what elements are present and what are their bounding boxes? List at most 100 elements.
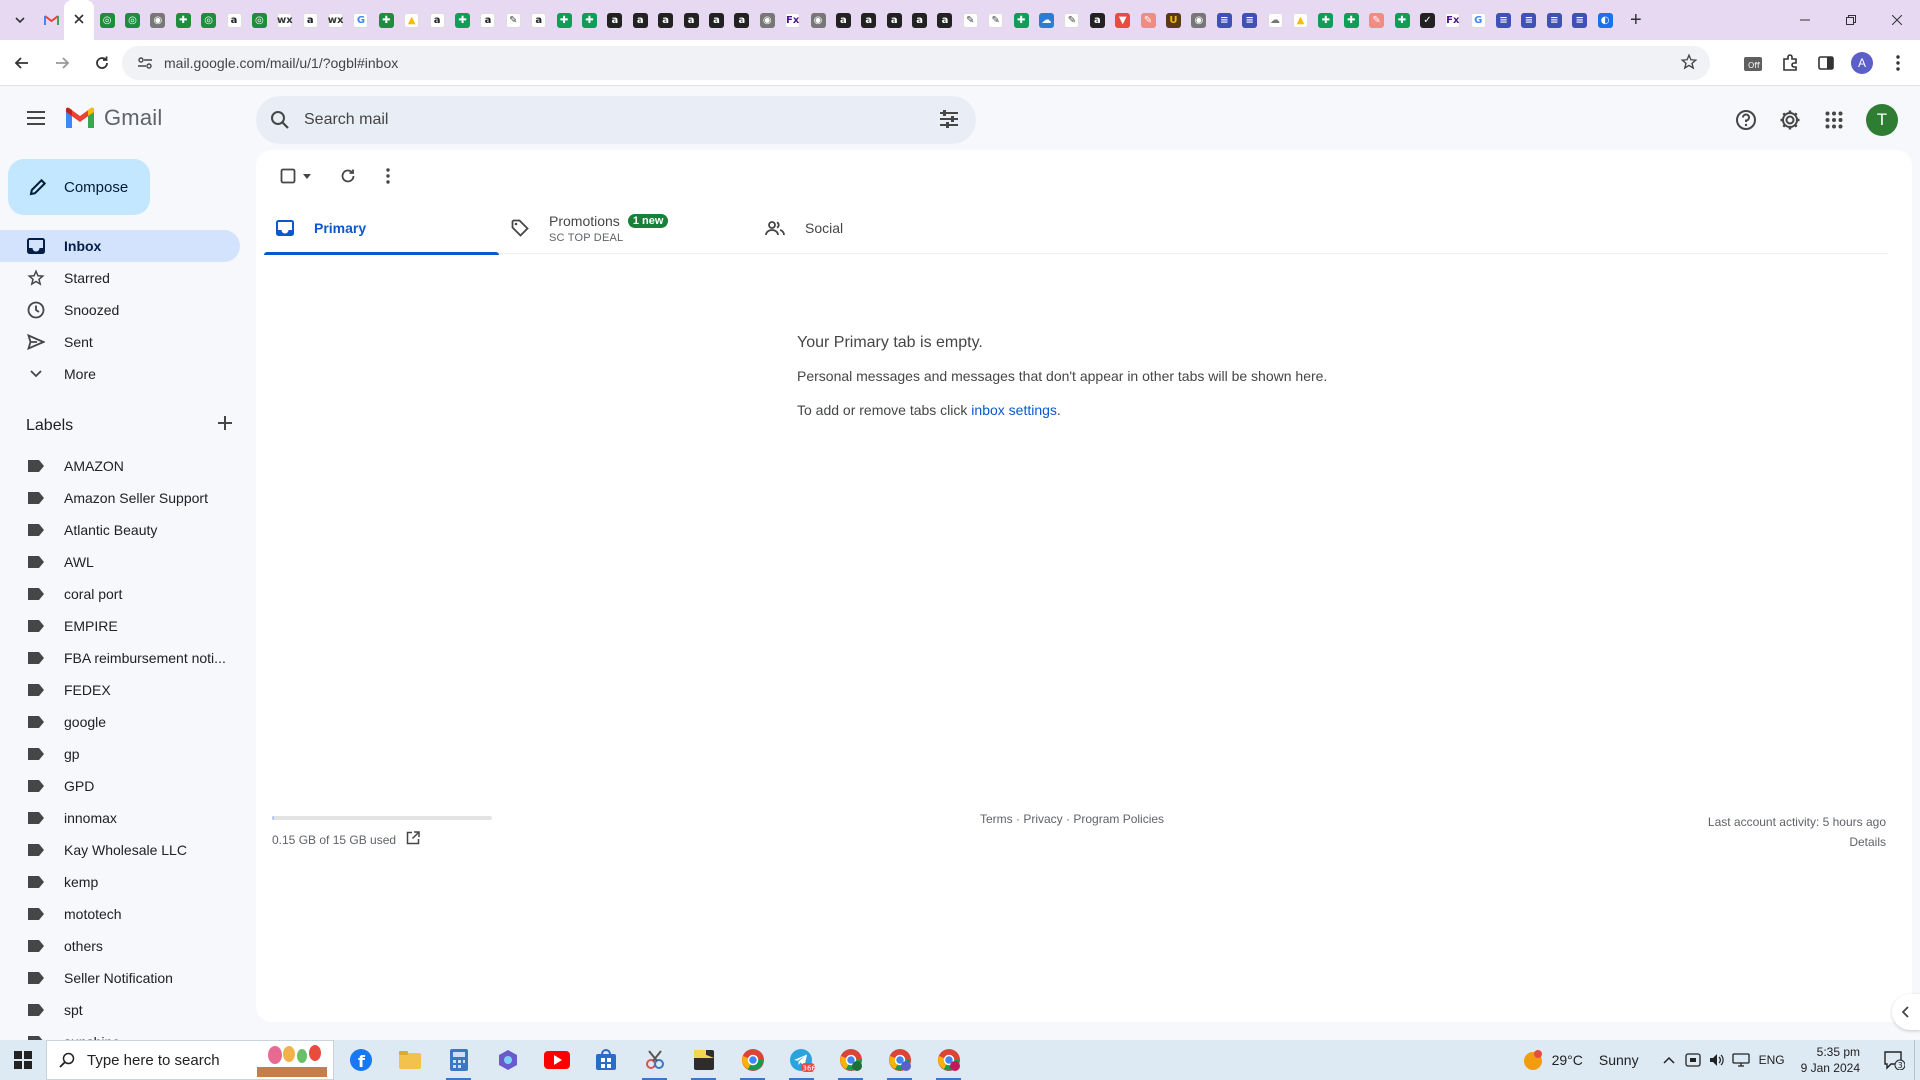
browser-tab[interactable]: ✎ bbox=[958, 0, 983, 40]
coupon-extension-icon[interactable]: Off bbox=[1736, 45, 1772, 81]
browser-tab[interactable]: wx bbox=[272, 0, 297, 40]
close-window-button[interactable] bbox=[1874, 0, 1920, 40]
browser-tab[interactable]: ☁ bbox=[1034, 0, 1059, 40]
browser-tab[interactable]: ✎ bbox=[983, 0, 1008, 40]
back-button[interactable] bbox=[4, 45, 40, 81]
address-bar[interactable]: mail.google.com/mail/u/1/?ogbl#inbox bbox=[122, 46, 1710, 80]
volume-icon[interactable] bbox=[1705, 1053, 1729, 1067]
tab-social[interactable]: Social bbox=[753, 202, 988, 254]
activity-details-link[interactable]: Details bbox=[1708, 832, 1886, 852]
browser-tab[interactable]: ◎ bbox=[94, 0, 119, 40]
show-hidden-icons-icon[interactable] bbox=[1657, 1056, 1681, 1064]
snipping-tool-icon[interactable] bbox=[630, 1040, 679, 1080]
side-panel-icon[interactable] bbox=[1808, 45, 1844, 81]
reload-button[interactable] bbox=[84, 45, 120, 81]
browser-tab-gmail[interactable] bbox=[39, 0, 64, 40]
gmail-logo[interactable]: Gmail bbox=[64, 105, 162, 131]
browser-tab[interactable]: wx bbox=[323, 0, 348, 40]
show-desktop-button[interactable] bbox=[1914, 1040, 1920, 1080]
chrome-profile-2-icon[interactable] bbox=[826, 1040, 875, 1080]
browser-tab[interactable]: ◎ bbox=[120, 0, 145, 40]
label-item[interactable]: kemp bbox=[0, 866, 240, 898]
browser-tab[interactable]: ≡ bbox=[1237, 0, 1262, 40]
browser-tab[interactable]: a bbox=[424, 0, 449, 40]
search-options-icon[interactable] bbox=[938, 108, 960, 135]
browser-tab[interactable]: Fx bbox=[1440, 0, 1465, 40]
tab-search-chevron-icon[interactable] bbox=[7, 7, 33, 33]
site-info-icon[interactable] bbox=[130, 56, 160, 70]
label-item[interactable]: Amazon Seller Support bbox=[0, 482, 240, 514]
file-explorer-icon[interactable] bbox=[385, 1040, 434, 1080]
copilot-app-icon[interactable] bbox=[483, 1040, 532, 1080]
browser-tab[interactable]: ✚ bbox=[1339, 0, 1364, 40]
browser-tab[interactable]: ✚ bbox=[171, 0, 196, 40]
browser-tab[interactable]: ◉ bbox=[805, 0, 830, 40]
browser-tab[interactable]: a bbox=[526, 0, 551, 40]
main-menu-icon[interactable] bbox=[20, 102, 52, 134]
browser-tab[interactable]: Fx bbox=[780, 0, 805, 40]
browser-tab[interactable]: a bbox=[678, 0, 703, 40]
microsoft-store-icon[interactable] bbox=[581, 1040, 630, 1080]
url-text[interactable]: mail.google.com/mail/u/1/?ogbl#inbox bbox=[164, 55, 398, 71]
label-item[interactable]: AMAZON bbox=[0, 450, 240, 482]
label-item[interactable]: Seller Notification bbox=[0, 962, 240, 994]
label-item[interactable]: mototech bbox=[0, 898, 240, 930]
taskbar-search-box[interactable] bbox=[46, 1040, 334, 1080]
label-item[interactable]: GPD bbox=[0, 770, 240, 802]
label-item[interactable]: innomax bbox=[0, 802, 240, 834]
label-item[interactable]: gp bbox=[0, 738, 240, 770]
browser-tab[interactable]: a bbox=[907, 0, 932, 40]
open-in-new-icon[interactable] bbox=[406, 831, 420, 848]
inbox-settings-link[interactable]: inbox settings bbox=[971, 402, 1057, 418]
browser-tab-active[interactable] bbox=[64, 0, 95, 40]
label-item[interactable]: AWL bbox=[0, 546, 240, 578]
language-indicator[interactable]: ENG bbox=[1759, 1053, 1785, 1067]
bookmark-star-icon[interactable] bbox=[1680, 53, 1698, 76]
browser-tab[interactable]: ▲ bbox=[1288, 0, 1313, 40]
terms-link[interactable]: Terms bbox=[980, 812, 1013, 826]
meet-now-icon[interactable] bbox=[1681, 1053, 1705, 1067]
browser-tab[interactable]: ✓ bbox=[1415, 0, 1440, 40]
search-bar[interactable] bbox=[256, 96, 976, 144]
restore-button[interactable] bbox=[1828, 0, 1874, 40]
browser-tab[interactable]: G bbox=[1465, 0, 1490, 40]
browser-tab[interactable]: ✎ bbox=[1135, 0, 1160, 40]
browser-tab[interactable]: ✚ bbox=[450, 0, 475, 40]
show-side-panel-button[interactable] bbox=[1892, 994, 1920, 1030]
label-item[interactable]: coral port bbox=[0, 578, 240, 610]
sidebar-item-snoozed[interactable]: Snoozed bbox=[0, 294, 240, 326]
sidebar-item-starred[interactable]: Starred bbox=[0, 262, 240, 294]
chrome-profile-4-icon[interactable] bbox=[924, 1040, 973, 1080]
label-item[interactable]: Atlantic Beauty bbox=[0, 514, 240, 546]
browser-tab[interactable]: ≡ bbox=[1542, 0, 1567, 40]
browser-tab[interactable]: ◉ bbox=[145, 0, 170, 40]
browser-tab[interactable]: a bbox=[475, 0, 500, 40]
apps-grid-icon[interactable] bbox=[1814, 100, 1854, 140]
browser-tab[interactable]: ◐ bbox=[1592, 0, 1617, 40]
settings-gear-icon[interactable] bbox=[1770, 100, 1810, 140]
browser-tab[interactable]: ◎ bbox=[247, 0, 272, 40]
tab-promotions[interactable]: Promotions 1 new SC TOP DEAL bbox=[499, 202, 753, 254]
profile-button[interactable]: A bbox=[1844, 45, 1880, 81]
browser-tab[interactable]: ✎ bbox=[1364, 0, 1389, 40]
browser-tab[interactable]: ▼ bbox=[1110, 0, 1135, 40]
program-policies-link[interactable]: Program Policies bbox=[1073, 812, 1164, 826]
browser-tab[interactable]: ≡ bbox=[1567, 0, 1592, 40]
youtube-app-icon[interactable] bbox=[532, 1040, 581, 1080]
sidebar-item-more[interactable]: More bbox=[0, 358, 240, 390]
compose-button[interactable]: Compose bbox=[8, 159, 150, 215]
new-tab-button[interactable]: + bbox=[1622, 6, 1650, 34]
clock[interactable]: 5:35 pm 9 Jan 2024 bbox=[1801, 1044, 1860, 1076]
taskbar-search-input[interactable] bbox=[87, 1051, 257, 1069]
browser-tab[interactable]: a bbox=[1085, 0, 1110, 40]
label-item[interactable]: FBA reimbursement noti... bbox=[0, 642, 240, 674]
label-item[interactable]: Kay Wholesale LLC bbox=[0, 834, 240, 866]
browser-tab[interactable]: ✎ bbox=[501, 0, 526, 40]
close-tab-icon[interactable] bbox=[74, 11, 84, 29]
network-icon[interactable] bbox=[1729, 1053, 1753, 1067]
browser-tab[interactable]: ≡ bbox=[1516, 0, 1541, 40]
browser-tab[interactable]: a bbox=[729, 0, 754, 40]
browser-tab[interactable]: a bbox=[221, 0, 246, 40]
more-options-icon[interactable] bbox=[368, 158, 408, 194]
sidebar-item-inbox[interactable]: Inbox bbox=[0, 230, 240, 262]
